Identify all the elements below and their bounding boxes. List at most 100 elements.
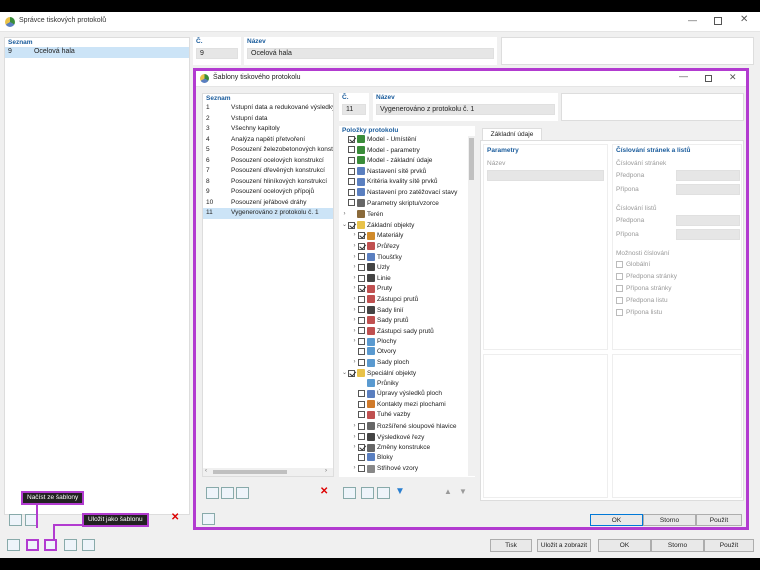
chevron-right-icon[interactable]: › — [351, 357, 358, 368]
item-checkbox[interactable] — [358, 422, 365, 430]
chevron-right-icon[interactable]: › — [351, 273, 358, 284]
scroll-right-icon[interactable]: › — [325, 468, 327, 474]
save-as-template-icon[interactable] — [44, 539, 57, 551]
new-report-icon[interactable] — [9, 514, 22, 526]
tree-scroll-thumb[interactable] — [469, 138, 474, 180]
tree-item[interactable]: Kontakty mezi plochami — [341, 400, 475, 411]
tree-item[interactable]: Parametry skriptu/vzorce — [341, 198, 475, 210]
option-checkbox[interactable] — [616, 308, 623, 316]
tree-item[interactable]: ⌄ Speciální objekty — [341, 368, 475, 379]
tree-item[interactable]: Model - Umístění — [341, 135, 475, 146]
chevron-right-icon[interactable]: › — [351, 421, 358, 432]
item-checkbox[interactable] — [348, 178, 355, 186]
item-checkbox[interactable] — [358, 400, 365, 408]
tree-item[interactable]: Model - základní údaje — [341, 156, 475, 167]
tree-item[interactable]: › Průřezy — [341, 241, 475, 252]
tree-item[interactable]: › Zástupci prutů — [341, 294, 475, 305]
item-checkbox[interactable] — [358, 263, 365, 271]
tree-item[interactable]: Tuhé vazby — [341, 410, 475, 421]
dialog-list-hscroll[interactable]: ‹ › — [203, 468, 333, 476]
uncheck-all-icon[interactable] — [377, 487, 390, 499]
item-checkbox[interactable] — [348, 221, 355, 229]
page-suffix-field[interactable] — [676, 184, 740, 195]
chevron-right-icon[interactable]: › — [341, 209, 348, 220]
item-checkbox[interactable] — [358, 338, 365, 346]
chevron-right-icon[interactable]: › — [351, 252, 358, 263]
item-checkbox[interactable] — [358, 465, 365, 473]
maximize-icon[interactable] — [714, 17, 722, 25]
tree-item[interactable]: › Zástupci sady prutů — [341, 326, 475, 337]
chevron-right-icon[interactable]: › — [351, 315, 358, 326]
dialog-list-item[interactable]: 5 Posouzení železobetonových konstrukcí — [203, 145, 333, 156]
dialog-apply-button[interactable]: Použít — [696, 514, 742, 526]
dialog-delete-icon[interactable]: ✕ — [320, 486, 328, 497]
tree-item[interactable]: › Sady prutů — [341, 315, 475, 326]
item-checkbox[interactable] — [358, 411, 365, 419]
tree-item[interactable]: Bloky — [341, 453, 475, 464]
search-icon[interactable] — [7, 539, 20, 551]
item-checkbox[interactable] — [348, 369, 355, 377]
item-checkbox[interactable] — [348, 199, 355, 207]
chevron-right-icon[interactable]: › — [351, 294, 358, 305]
main-cancel-button[interactable]: Storno — [651, 539, 704, 552]
dialog-list-item[interactable]: 2 Vstupní data — [203, 114, 333, 125]
dialog-list-item[interactable]: 8 Posouzení hliníkových konstrukcí — [203, 177, 333, 188]
dialog-list-item[interactable]: 9 Posouzení ocelových přípojů — [203, 187, 333, 198]
sheet-suffix-field[interactable] — [676, 229, 740, 240]
expand-down-icon[interactable]: ⌄ — [341, 368, 348, 379]
chevron-right-icon[interactable]: › — [351, 336, 358, 347]
chevron-right-icon[interactable]: › — [351, 432, 358, 443]
chevron-right-icon[interactable]: › — [351, 262, 358, 273]
numbering-option[interactable]: Přípona listu — [613, 307, 741, 319]
item-checkbox[interactable] — [358, 295, 365, 303]
item-checkbox[interactable] — [348, 135, 355, 143]
dialog-minimize-icon[interactable]: — — [679, 71, 688, 81]
move-down-icon[interactable]: ▼ — [459, 487, 467, 496]
option-checkbox[interactable] — [616, 272, 623, 280]
tree-item[interactable]: › Plochy — [341, 336, 475, 347]
item-checkbox[interactable] — [358, 453, 365, 461]
tree-item[interactable]: › Terén — [341, 209, 475, 220]
item-checkbox[interactable] — [358, 390, 365, 398]
chevron-right-icon[interactable]: › — [351, 230, 358, 241]
dialog-close-icon[interactable]: ✕ — [729, 72, 737, 83]
load-from-template-icon[interactable] — [26, 539, 39, 551]
dialog-name-field[interactable]: Vygenerováno z protokolu č. 1 — [376, 104, 555, 115]
delete-icon[interactable]: ✕ — [171, 512, 179, 523]
save-and-show-button[interactable]: Uložit a zobrazit — [537, 539, 591, 552]
dialog-list-item[interactable]: 3 Všechny kapitoly — [203, 124, 333, 135]
tree-item[interactable]: Otvory — [341, 347, 475, 358]
main-comment-panel[interactable] — [501, 37, 754, 65]
tree-item[interactable]: › Změny konstrukce — [341, 442, 475, 453]
dialog-cancel-button[interactable]: Storno — [643, 514, 696, 526]
tree-collapse-icon[interactable] — [343, 487, 356, 499]
chevron-right-icon[interactable]: › — [351, 442, 358, 453]
main-num-field[interactable]: 9 — [196, 48, 238, 59]
close-icon[interactable]: ✕ — [740, 14, 748, 25]
dialog-new-icon[interactable] — [206, 487, 219, 499]
main-list-item[interactable]: 9 Ocelová hala — [5, 47, 189, 58]
dialog-num-field[interactable]: 11 — [342, 104, 366, 115]
item-checkbox[interactable] — [348, 146, 355, 154]
item-checkbox[interactable] — [348, 167, 355, 175]
chevron-right-icon[interactable]: › — [351, 241, 358, 252]
tree-item[interactable]: › Pruty — [341, 283, 475, 294]
scroll-left-icon[interactable]: ‹ — [205, 468, 207, 474]
print-settings-icon[interactable] — [64, 539, 77, 551]
dialog-list-item[interactable]: 7 Posouzení dřevěných konstrukcí — [203, 166, 333, 177]
numbering-option[interactable]: Globální — [613, 259, 741, 271]
numbering-option[interactable]: Předpona listu — [613, 295, 741, 307]
language-icon[interactable] — [82, 539, 95, 551]
check-all-icon[interactable] — [361, 487, 374, 499]
option-checkbox[interactable] — [616, 296, 623, 304]
item-checkbox[interactable] — [358, 327, 365, 335]
dialog-list-item[interactable]: 1 Vstupní data a redukované výsledky — [203, 103, 333, 114]
dialog-import-icon[interactable] — [236, 487, 249, 499]
item-checkbox[interactable] — [358, 232, 365, 240]
dialog-list-item[interactable]: 10 Posouzení jeřábové dráhy — [203, 198, 333, 209]
dialog-copy-icon[interactable] — [221, 487, 234, 499]
item-checkbox[interactable] — [358, 444, 365, 452]
dialog-search-icon[interactable] — [202, 513, 215, 525]
dialog-list-item[interactable]: 11 Vygenerováno z protokolu č. 1 — [203, 208, 333, 219]
chevron-right-icon[interactable]: › — [351, 283, 358, 294]
